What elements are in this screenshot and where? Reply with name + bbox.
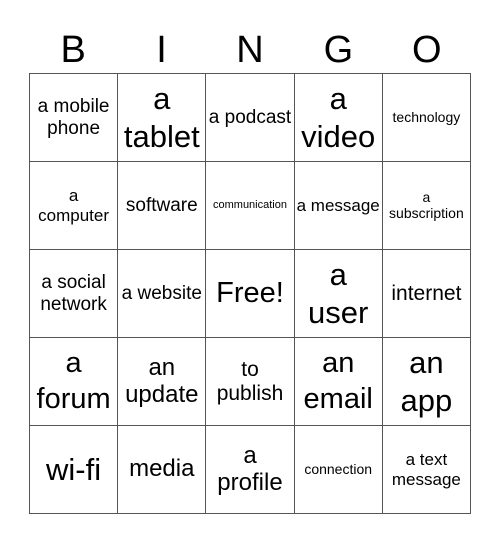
bingo-cell[interactable]: software	[118, 162, 207, 250]
bingo-cell[interactable]: a profile	[206, 426, 295, 514]
bingo-cell[interactable]: internet	[382, 250, 471, 338]
free-space-cell[interactable]: Free!	[206, 250, 295, 338]
bingo-cell[interactable]: media	[118, 426, 207, 514]
bingo-cell[interactable]: a tablet	[118, 74, 207, 162]
bingo-cell[interactable]: communication	[206, 162, 295, 250]
bingo-cell[interactable]: a website	[118, 250, 207, 338]
bingo-cell[interactable]: a text message	[382, 426, 471, 514]
header-letter-b: B	[60, 29, 86, 71]
header-letter-i: I	[156, 29, 167, 71]
bingo-grid: a mobile phone a tablet a podcast a vide…	[29, 73, 471, 514]
bingo-cell[interactable]: wi-fi	[30, 426, 119, 514]
bingo-cell[interactable]: an app	[382, 338, 471, 426]
header-letter-n: N	[236, 29, 264, 71]
bingo-cell[interactable]: a computer	[30, 162, 119, 250]
bingo-cell[interactable]: a user	[294, 250, 383, 338]
bingo-cell[interactable]: a social network	[30, 250, 119, 338]
bingo-cell[interactable]: an update	[118, 338, 207, 426]
bingo-cell[interactable]: a video	[294, 74, 383, 162]
bingo-cell[interactable]: a subscription	[382, 162, 471, 250]
bingo-cell[interactable]: a message	[294, 162, 383, 250]
bingo-cell[interactable]: connection	[294, 426, 383, 514]
bingo-cell[interactable]: a forum	[30, 338, 119, 426]
bingo-cell[interactable]: to publish	[206, 338, 295, 426]
header-letter-g: G	[323, 29, 354, 71]
bingo-cell[interactable]: a mobile phone	[30, 74, 119, 162]
bingo-cell[interactable]: an email	[294, 338, 383, 426]
bingo-cell[interactable]: technology	[382, 74, 471, 162]
bingo-cell[interactable]: a podcast	[206, 74, 295, 162]
header-letter-o: O	[411, 29, 442, 71]
bingo-header: B I N G O	[29, 28, 471, 72]
